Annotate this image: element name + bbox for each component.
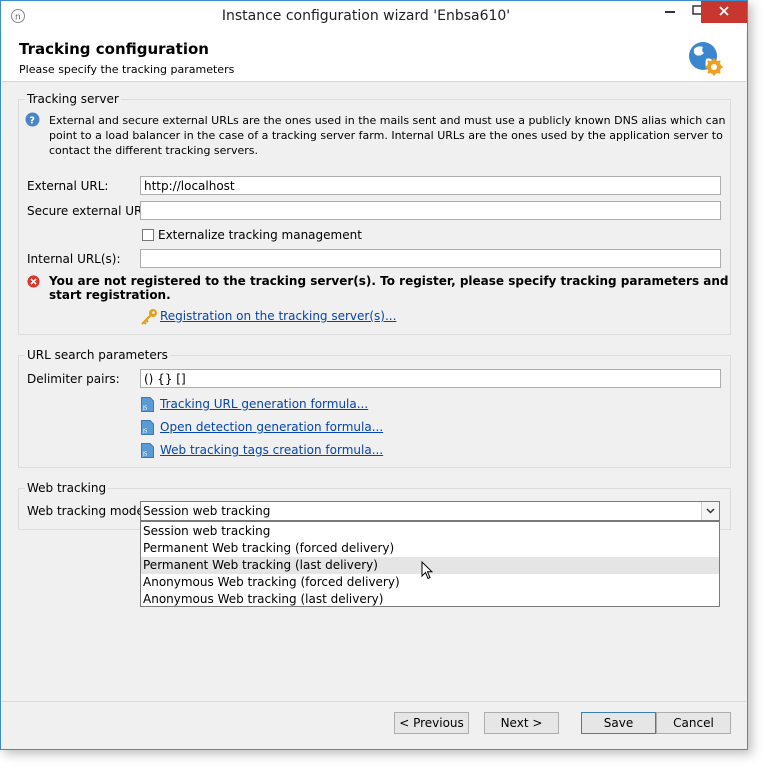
cancel-button[interactable]: Cancel [656, 712, 731, 734]
registration-error-message: You are not registered to the tracking s… [49, 274, 729, 302]
url-search-legend: URL search parameters [25, 348, 170, 362]
title-bar: n Instance configuration wizard 'Enbsa61… [1, 1, 747, 31]
tracking-formula-link[interactable]: Tracking URL generation formula... [160, 397, 368, 411]
wizard-window: n Instance configuration wizard 'Enbsa61… [0, 0, 748, 750]
secure-url-label: Secure external URL: [27, 204, 154, 218]
wizard-header: Tracking configuration Please specify th… [2, 31, 746, 82]
web-tracking-legend: Web tracking [25, 481, 109, 495]
window-title: Instance configuration wizard 'Enbsa610' [221, 8, 511, 24]
external-url-label: External URL: [27, 179, 109, 193]
dropdown-option[interactable]: Session web tracking [141, 523, 719, 540]
delimiter-input[interactable]: () {} [] [140, 369, 721, 388]
dropdown-option[interactable]: Permanent Web tracking (forced delivery) [141, 540, 719, 557]
js-file-icon: JS [141, 420, 154, 435]
web-tracking-mode-label: Web tracking mode: [27, 504, 148, 518]
error-icon [27, 275, 40, 288]
js-file-icon: JS [141, 397, 154, 412]
svg-text:JS: JS [142, 406, 148, 412]
svg-text:JS: JS [142, 452, 148, 458]
dropdown-option[interactable]: Anonymous Web tracking (last delivery) [141, 591, 719, 608]
info-line-2: point to a load balancer in the case of … [49, 129, 723, 142]
close-icon [719, 6, 729, 16]
save-button[interactable]: Save [581, 712, 656, 734]
info-line-3: contact the different tracking servers. [49, 144, 258, 157]
web-tracking-mode-select[interactable]: Session web tracking [140, 501, 720, 521]
key-icon [141, 309, 157, 325]
svg-text:?: ? [29, 116, 35, 127]
chevron-down-icon [706, 508, 715, 514]
internal-urls-label: Internal URL(s): [27, 252, 121, 266]
page-title: Tracking configuration [19, 40, 209, 58]
delimiter-label: Delimiter pairs: [27, 372, 120, 386]
select-value: Session web tracking [143, 504, 271, 518]
dropdown-arrow-button[interactable] [701, 502, 719, 520]
globe-gear-icon [689, 42, 723, 76]
help-icon: ? [25, 112, 40, 127]
close-button[interactable] [701, 1, 747, 23]
js-file-icon: JS [141, 443, 154, 458]
open-detection-formula-link[interactable]: Open detection generation formula... [160, 420, 383, 434]
secure-url-input[interactable] [140, 201, 721, 220]
externalize-checkbox[interactable] [142, 229, 154, 241]
footer-separator [2, 701, 746, 702]
tracking-server-legend: Tracking server [25, 92, 121, 106]
tracking-server-group: Tracking server ? External and secure ex… [18, 92, 731, 335]
next-button[interactable]: Next > [484, 712, 559, 734]
internal-urls-input[interactable] [140, 249, 721, 268]
page-subtitle: Please specify the tracking parameters [19, 63, 235, 76]
mouse-cursor-icon [421, 561, 433, 580]
info-line-1: External and secure external URLs are th… [49, 114, 726, 127]
previous-button[interactable]: < Previous [394, 712, 469, 734]
externalize-label[interactable]: Externalize tracking management [158, 228, 362, 242]
svg-text:JS: JS [142, 429, 148, 435]
web-tags-formula-link[interactable]: Web tracking tags creation formula... [160, 443, 383, 457]
registration-link[interactable]: Registration on the tracking server(s)..… [160, 309, 396, 323]
url-search-group: URL search parameters Delimiter pairs: (… [18, 348, 731, 468]
external-url-input[interactable]: http://localhost [140, 176, 721, 195]
